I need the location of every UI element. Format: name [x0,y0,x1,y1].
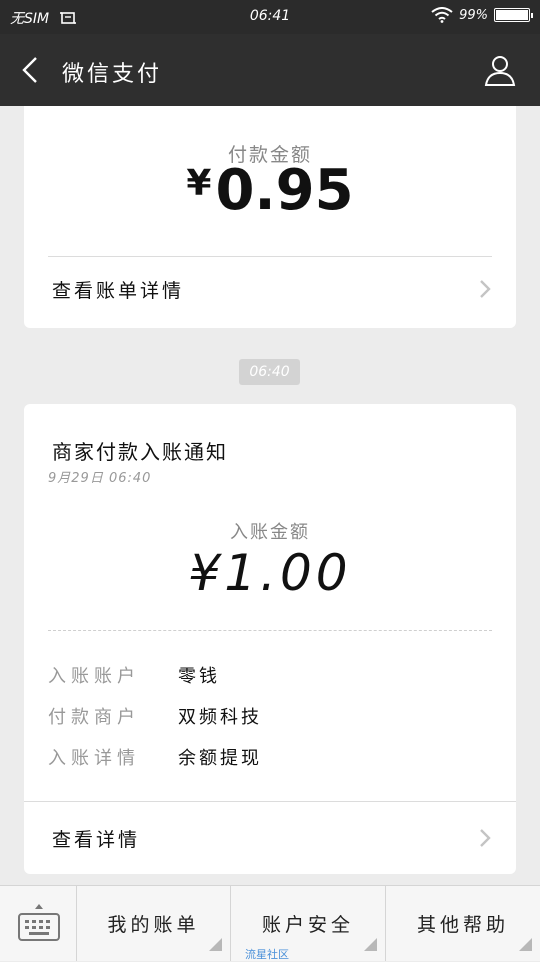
view-details-link[interactable]: 查看详情 [24,802,516,874]
notice-title: 商家付款入账通知 [52,440,228,464]
status-bar: 无SIM 06:41 99% [0,0,540,34]
back-icon[interactable] [14,52,50,88]
payment-card: 付款金额 ¥0.95 查看账单详情 [24,106,516,328]
menu-label: 其他帮助 [416,914,509,936]
chevron-right-icon [480,280,491,298]
submenu-indicator-icon [209,938,222,951]
nav-bar: 微信支付 [0,34,540,106]
submenu-indicator-icon [519,938,532,951]
battery-percent: 99% [459,7,488,23]
detail-row: 入账账户 零钱 [48,660,488,690]
menu-other-help[interactable]: 其他帮助 [386,886,540,961]
battery-fill [496,10,528,20]
time-divider: 06:40 [239,359,300,385]
detail-value: 余额提现 [178,748,262,769]
detail-row: 入账详情 余额提现 [48,742,488,772]
payment-amount-value: 0.95 [215,158,354,223]
view-bill-details-link[interactable]: 查看账单详情 [24,257,516,321]
keyboard-icon [18,904,60,941]
currency-symbol: ¥ [186,163,212,204]
user-icon[interactable] [482,52,518,88]
notice-amount: ¥1.00 [188,544,352,602]
detail-row: 付款商户 双频科技 [48,701,488,731]
notice-card: 商家付款入账通知 9月29日 06:40 入账金额 ¥1.00 入账账户 零钱 … [24,404,516,874]
menu-label: 我的账单 [107,914,200,936]
menu-my-bills[interactable]: 我的账单 [77,886,231,961]
wifi-icon [431,7,453,23]
chevron-right-icon [480,829,491,847]
detail-key: 付款商户 [48,707,140,728]
notice-date: 9月29日 06:40 [48,471,152,486]
menu-label: 账户安全 [261,914,354,936]
payment-amount: ¥0.95 [24,158,516,223]
page-title: 微信支付 [62,62,163,87]
view-details-label: 查看详情 [52,828,141,851]
view-bill-details-label: 查看账单详情 [52,279,185,302]
notice-amount-label: 入账金额 [230,522,310,543]
battery-icon [494,8,533,22]
detail-key: 入账账户 [48,666,140,687]
dashed-divider [48,630,492,631]
submenu-indicator-icon [364,938,377,951]
detail-value: 零钱 [178,666,220,687]
detail-key: 入账详情 [48,748,140,769]
keyboard-toggle-button[interactable] [0,886,77,961]
status-right: 99% [431,7,533,23]
detail-value: 双频科技 [178,707,262,728]
